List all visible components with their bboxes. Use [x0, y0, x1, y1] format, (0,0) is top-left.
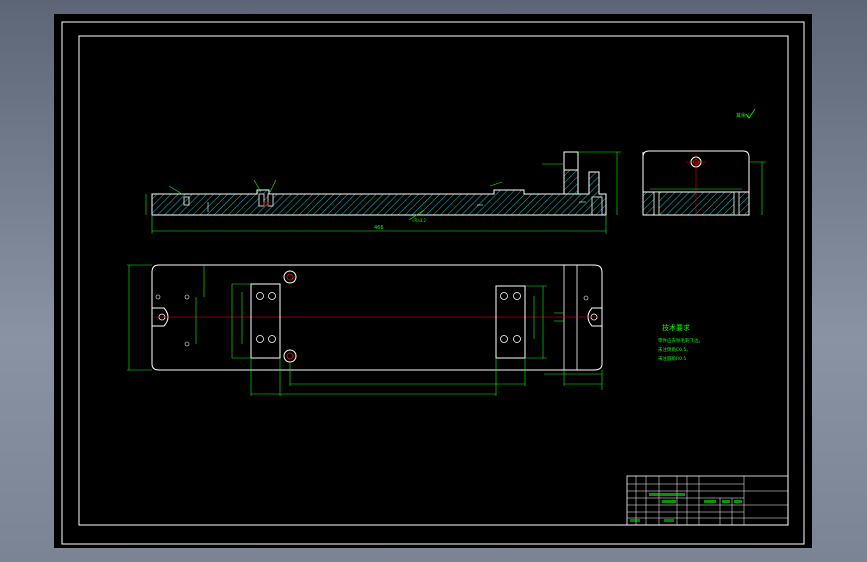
title-block [626, 475, 789, 526]
cad-viewport[interactable]: 其余√ 466 √Ra3.2 技术要求 零件应去除毛刺飞边。 未注倒角C0.5。… [0, 0, 867, 562]
tech-requirement-2: 未注倒角C0.5。 [658, 346, 691, 353]
roughness-note-text: 其余√ [736, 112, 750, 119]
tech-requirement-3: 未注圆角R0.5 [658, 355, 686, 362]
inner-frame [78, 35, 789, 526]
tech-requirement-1: 零件应去除毛刺飞边。 [658, 337, 703, 344]
front-view: 466 √Ra3.2 [145, 151, 621, 234]
side-view [642, 150, 766, 216]
tech-requirements-title: 技术要求 [662, 323, 690, 332]
top-view [127, 264, 603, 396]
front-length-dim: 466 [374, 225, 384, 231]
drawing-canvas[interactable]: 其余√ 466 √Ra3.2 技术要求 零件应去除毛刺飞边。 未注倒角C0.5。… [54, 14, 812, 548]
roughness-note: 其余√ [736, 108, 756, 119]
outer-frame [61, 21, 805, 545]
cad-drawing: 其余√ 466 √Ra3.2 技术要求 零件应去除毛刺飞边。 未注倒角C0.5。… [61, 21, 805, 545]
front-center-mark: √Ra3.2 [412, 218, 427, 223]
tech-requirements: 技术要求 零件应去除毛刺飞边。 未注倒角C0.5。 未注圆角R0.5 [658, 323, 703, 362]
